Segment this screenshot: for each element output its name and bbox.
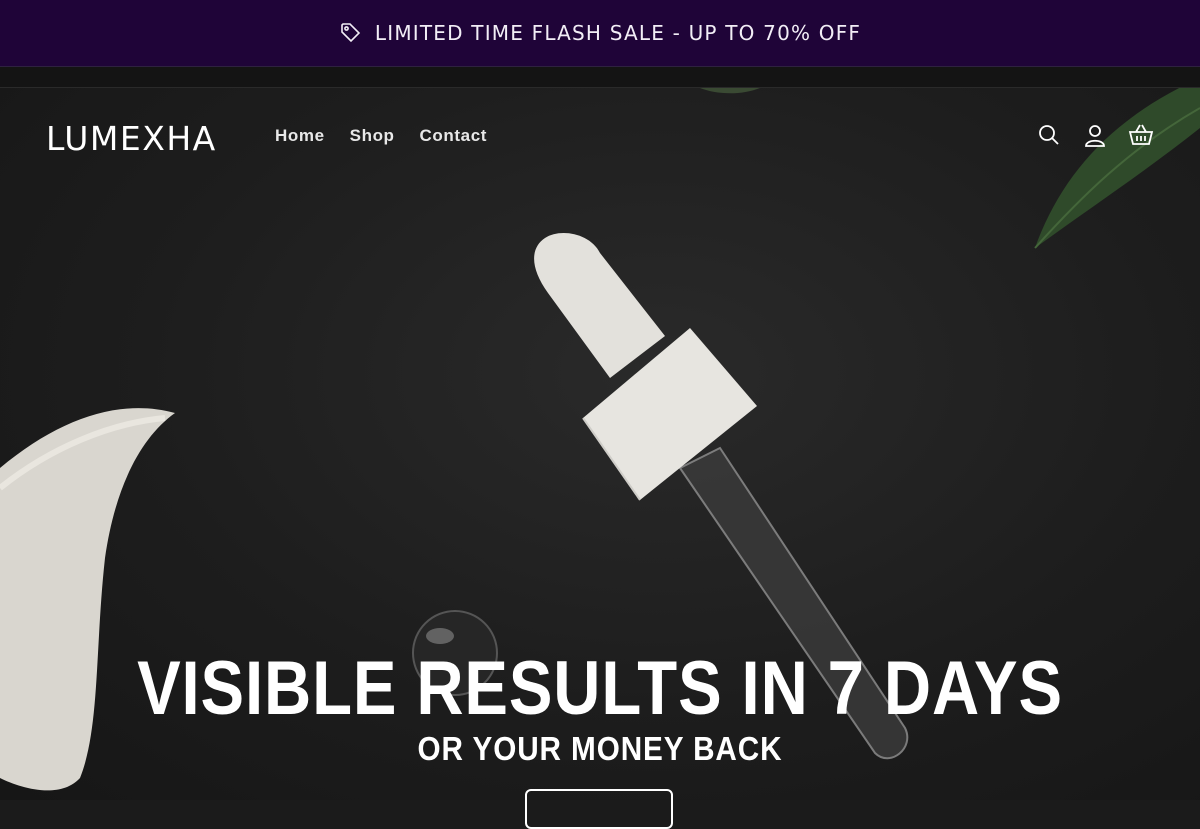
account-icon[interactable] [1082, 122, 1108, 148]
site-header: LUMEXHA Home Shop Contact [0, 88, 1200, 186]
hero-subheadline: OR YOUR MONEY BACK [417, 730, 783, 767]
announcement-text: LIMITED TIME FLASH SALE - UP TO 70% OFF [374, 21, 862, 45]
announcement-bar: LIMITED TIME FLASH SALE - UP TO 70% OFF [0, 0, 1200, 67]
nav-contact-link[interactable]: Contact [420, 126, 487, 146]
logo[interactable]: LUMEXHA [46, 119, 217, 158]
hero-headline: VISIBLE RESULTS IN 7 DAYS [137, 646, 1063, 731]
cart-icon[interactable] [1128, 122, 1154, 148]
main-nav: Home Shop Contact [275, 126, 487, 146]
search-icon[interactable] [1036, 122, 1062, 148]
header-divider-strip [0, 67, 1200, 88]
header-icons [1036, 122, 1154, 148]
tag-icon [341, 23, 361, 43]
hero-cta-button[interactable] [525, 789, 673, 829]
nav-shop-link[interactable]: Shop [350, 126, 395, 146]
nav-home-link[interactable]: Home [275, 126, 325, 146]
